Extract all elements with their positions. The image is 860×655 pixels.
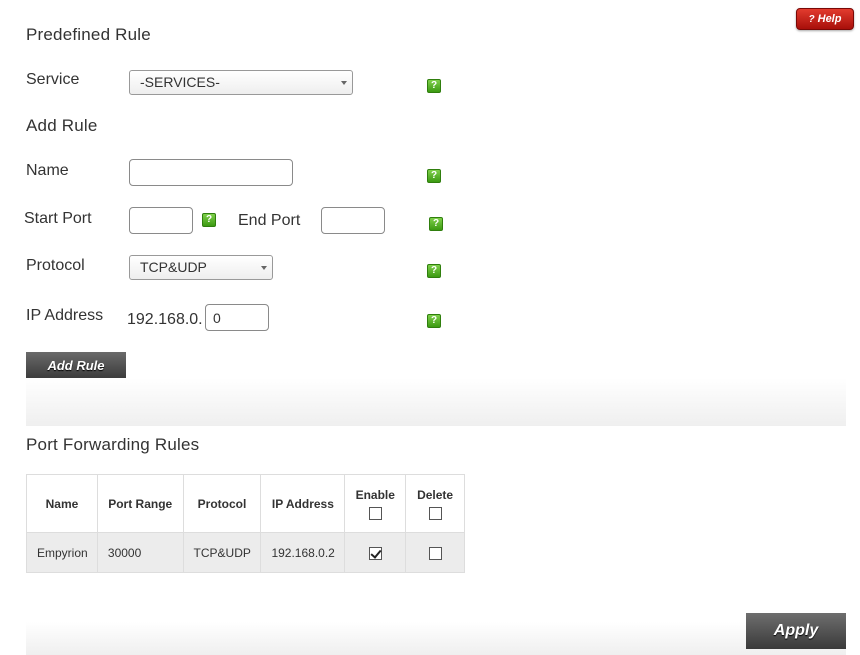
end-port-help-icon[interactable]: ? bbox=[429, 217, 443, 231]
service-select[interactable]: -SERVICES- bbox=[129, 70, 353, 95]
ip-address-help-icon[interactable]: ? bbox=[427, 314, 441, 328]
predefined-rule-title: Predefined Rule bbox=[26, 25, 151, 44]
col-header-name: Name bbox=[26, 474, 98, 533]
enable-all-checkbox[interactable] bbox=[368, 506, 382, 520]
help-button[interactable]: ? Help bbox=[796, 8, 854, 30]
cell-enable bbox=[344, 532, 407, 573]
col-header-protocol: Protocol bbox=[182, 474, 262, 533]
col-header-delete-label: Delete bbox=[417, 487, 454, 502]
ip-last-octet-input[interactable] bbox=[205, 304, 269, 331]
apply-button[interactable]: Apply bbox=[746, 613, 846, 649]
cell-ip-address: 192.168.0.2 bbox=[260, 532, 346, 573]
ip-prefix-text: 192.168.0. bbox=[127, 311, 203, 328]
chevron-down-icon bbox=[261, 266, 267, 270]
col-header-enable: Enable bbox=[344, 474, 407, 533]
ip-address-label: IP Address bbox=[26, 307, 104, 324]
col-header-port-range: Port Range bbox=[96, 474, 184, 533]
col-header-delete: Delete bbox=[405, 474, 465, 533]
cell-delete bbox=[405, 532, 465, 573]
service-label: Service bbox=[26, 71, 80, 88]
chevron-down-icon bbox=[341, 81, 347, 85]
col-header-ip-address: IP Address bbox=[260, 474, 346, 533]
row-enable-checkbox[interactable] bbox=[368, 546, 382, 560]
cell-name: Empyrion bbox=[26, 532, 98, 573]
start-port-label: Start Port bbox=[24, 210, 92, 227]
col-header-enable-label: Enable bbox=[355, 487, 395, 502]
protocol-label: Protocol bbox=[26, 257, 85, 274]
table-header-row: Name Port Range Protocol IP Address Enab… bbox=[26, 474, 465, 533]
port-forwarding-table: Name Port Range Protocol IP Address Enab… bbox=[26, 474, 465, 573]
service-select-value: -SERVICES- bbox=[140, 74, 220, 90]
end-port-label: End Port bbox=[238, 212, 301, 229]
question-mark-icon: ? bbox=[808, 13, 815, 25]
footer-band bbox=[26, 622, 846, 655]
service-help-icon[interactable]: ? bbox=[427, 79, 441, 93]
port-forwarding-rules-title: Port Forwarding Rules bbox=[26, 435, 200, 454]
add-rule-button[interactable]: Add Rule bbox=[26, 352, 126, 378]
add-rule-title: Add Rule bbox=[26, 116, 98, 135]
protocol-select-value: TCP&UDP bbox=[140, 259, 207, 275]
name-input[interactable] bbox=[129, 159, 293, 186]
protocol-help-icon[interactable]: ? bbox=[427, 264, 441, 278]
table-row: Empyrion 30000 TCP&UDP 192.168.0.2 bbox=[26, 532, 465, 573]
name-label: Name bbox=[26, 162, 69, 179]
delete-all-checkbox[interactable] bbox=[428, 506, 442, 520]
row-delete-checkbox[interactable] bbox=[428, 546, 442, 560]
end-port-input[interactable] bbox=[321, 207, 385, 234]
cell-port-range: 30000 bbox=[96, 532, 184, 573]
name-help-icon[interactable]: ? bbox=[427, 169, 441, 183]
start-port-input[interactable] bbox=[129, 207, 193, 234]
section-divider bbox=[26, 378, 846, 426]
start-port-help-icon[interactable]: ? bbox=[202, 213, 216, 227]
help-label: Help bbox=[817, 13, 842, 25]
cell-protocol: TCP&UDP bbox=[182, 532, 262, 573]
protocol-select[interactable]: TCP&UDP bbox=[129, 255, 273, 280]
